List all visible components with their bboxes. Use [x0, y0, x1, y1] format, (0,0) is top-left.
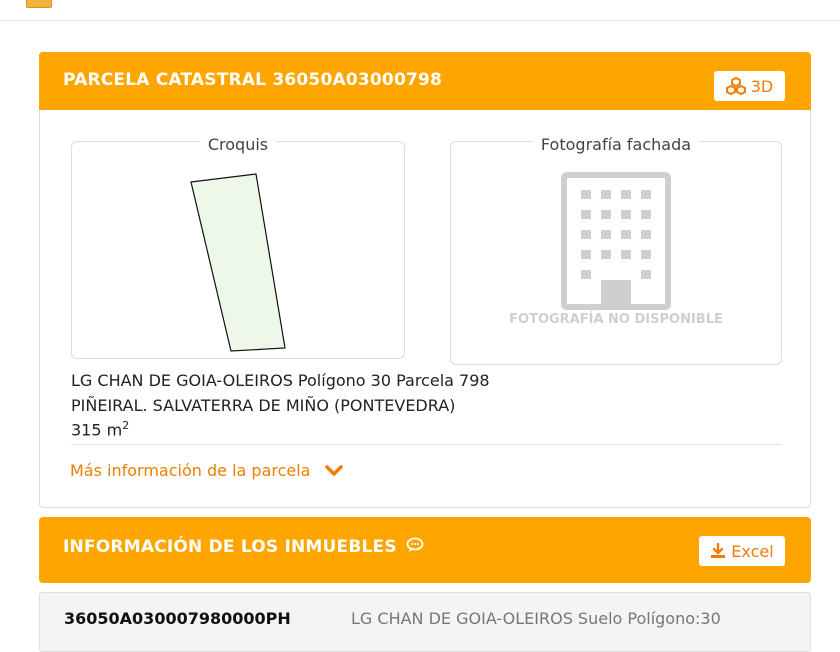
view-3d-label: 3D [750, 76, 774, 96]
properties-card: INFORMACIÓN DE LOS INMUEBLES Excel [39, 517, 811, 583]
view-3d-button[interactable]: 3D [714, 71, 785, 101]
parcel-card: PARCELA CATASTRAL 36050A03000798 3D Croq… [39, 52, 811, 508]
chevron-down-icon [325, 464, 344, 476]
more-info-link[interactable]: Más información de la parcela [70, 461, 344, 480]
building-placeholder-icon [561, 172, 671, 310]
properties-title-text: INFORMACIÓN DE LOS INMUEBLES [63, 537, 397, 557]
parcel-area-unit-exponent: 2 [122, 419, 130, 432]
chat-icon[interactable] [406, 537, 424, 553]
top-bar [0, 0, 840, 21]
menu-icon[interactable] [26, 0, 52, 8]
photo-unavailable-text: FOTOGRAFÍA NO DISPONIBLE [509, 312, 723, 327]
parcel-area: 315 m2 [71, 419, 129, 439]
properties-card-header: INFORMACIÓN DE LOS INMUEBLES Excel [39, 517, 811, 583]
photo-label: Fotografía fachada [532, 135, 700, 154]
excel-export-button[interactable]: Excel [699, 536, 785, 566]
parcel-area-value: 315 m [71, 420, 123, 440]
parcel-address-line2: PIÑEIRAL. SALVATERRA DE MIÑO (PONTEVEDRA… [71, 396, 456, 415]
property-description: LG CHAN DE GOIA-OLEIROS Suelo Polígono:3… [351, 609, 721, 628]
3d-cubes-icon [725, 77, 746, 95]
photo-panel: Fotografía fachada FOTOGRAFÍA NO DISPONI… [450, 135, 782, 365]
photo-legend: Fotografía fachada [451, 135, 781, 154]
more-info-label: Más información de la parcela [70, 461, 311, 480]
parcel-sketch[interactable] [72, 142, 406, 360]
parcel-address-line1: LG CHAN DE GOIA-OLEIROS Polígono 30 Parc… [71, 371, 490, 390]
excel-label: Excel [731, 541, 774, 561]
property-ref[interactable]: 36050A030007980000PH [64, 609, 291, 628]
download-icon [711, 543, 726, 558]
sketch-panel: Croquis [71, 135, 406, 360]
properties-title: INFORMACIÓN DE LOS INMUEBLES [63, 537, 424, 557]
parcel-title: PARCELA CATASTRAL 36050A03000798 [63, 70, 443, 90]
parcel-card-header: PARCELA CATASTRAL 36050A03000798 3D [39, 52, 811, 110]
info-divider [71, 444, 781, 445]
table-row[interactable]: 36050A030007980000PH LG CHAN DE GOIA-OLE… [39, 592, 811, 652]
